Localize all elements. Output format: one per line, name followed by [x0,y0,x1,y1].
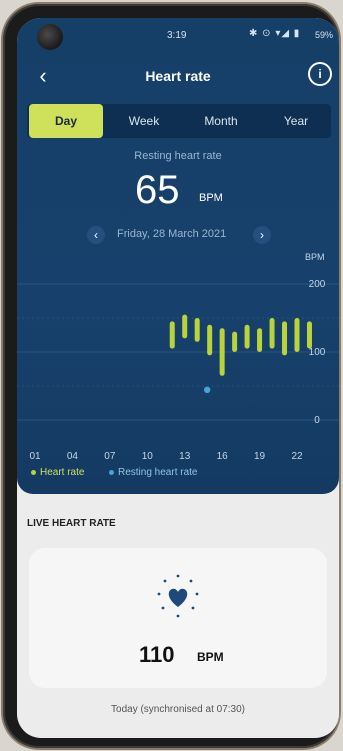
tab-month[interactable]: Month [185,104,257,138]
heart-rate-bar [269,318,275,349]
y-tick-label: 0 [314,415,320,426]
x-tick-label: 16 [217,451,229,462]
legend-dot-resting-rate [109,469,114,475]
heart-rate-bar [194,318,200,342]
live-section-title: LIVE HEART RATE [27,518,116,529]
legend-dot-heart-rate [31,469,36,475]
heart-rate-bar [257,328,263,352]
y-tick-label: 100 [309,347,326,358]
heart-rate-bar [169,321,175,349]
tab-week[interactable]: Week [109,104,179,138]
x-tick-label: 22 [291,451,303,462]
x-tick-label: 10 [142,451,154,462]
legend-heart-rate: Heart rate [31,467,84,478]
legend-label-heart-rate: Heart rate [40,467,85,478]
next-day-button[interactable]: › [253,226,271,244]
heart-rate-bar [282,321,288,356]
period-tabs: Day Week Month Year [27,104,331,138]
heart-pulse-icon [153,572,203,622]
x-tick-label: 07 [104,451,116,462]
live-rate-unit: BPM [197,650,224,664]
live-rate-value: 110 [139,642,175,667]
info-button[interactable]: i [308,62,332,86]
page-title: Heart rate [145,68,211,84]
heart-rate-bar [219,328,225,376]
x-tick-label: 01 [29,451,41,462]
resting-rate-label: Resting heart rate [134,150,222,162]
tab-year[interactable]: Year [263,104,329,138]
phone-frame: 3:19 ✱ ⊙ ▾◢ ▮ 59% ‹ Heart rate i Day Wee… [3,4,339,748]
tab-day[interactable]: Day [29,104,103,138]
legend-resting-rate: Resting heart rate [109,467,198,478]
info-icon: i [318,67,322,81]
battery-level: 59% [315,30,334,40]
sync-status: Today (synchronised at 07:30) [111,704,245,715]
legend-label-resting-rate: Resting heart rate [118,467,198,478]
resting-rate-unit: BPM [199,192,223,204]
status-icons: ✱ ⊙ ▾◢ ▮ [249,28,301,39]
heart-rate-bar [306,321,312,349]
x-tick-label: 13 [179,451,191,462]
resting-rate-point [203,386,211,393]
chevron-right-icon: › [260,228,264,242]
chevron-left-icon: ‹ [94,228,98,242]
x-tick-label: 04 [67,451,79,462]
heart-rate-bar [294,318,300,352]
x-tick-label: 19 [254,451,266,462]
live-heart-rate-card: 110 BPM [29,548,327,688]
y-tick-label: 200 [309,279,326,290]
heart-rate-bar [232,331,238,352]
heart-rate-bar [244,324,250,349]
status-time: 3:19 [167,30,187,41]
heart-rate-bar [207,324,213,356]
heart-rate-bar [182,314,188,339]
selected-date: Friday, 28 March 2021 [117,228,227,240]
front-camera [37,24,63,50]
resting-rate-value: 65 [135,168,180,212]
heart-rate-chart: 200 100 0 01 04 07 10 13 16 19 22 [17,279,339,462]
app-screen: 3:19 ✱ ⊙ ▾◢ ▮ 59% ‹ Heart rate i Day Wee… [17,18,339,738]
previous-day-button[interactable]: ‹ [87,226,105,244]
